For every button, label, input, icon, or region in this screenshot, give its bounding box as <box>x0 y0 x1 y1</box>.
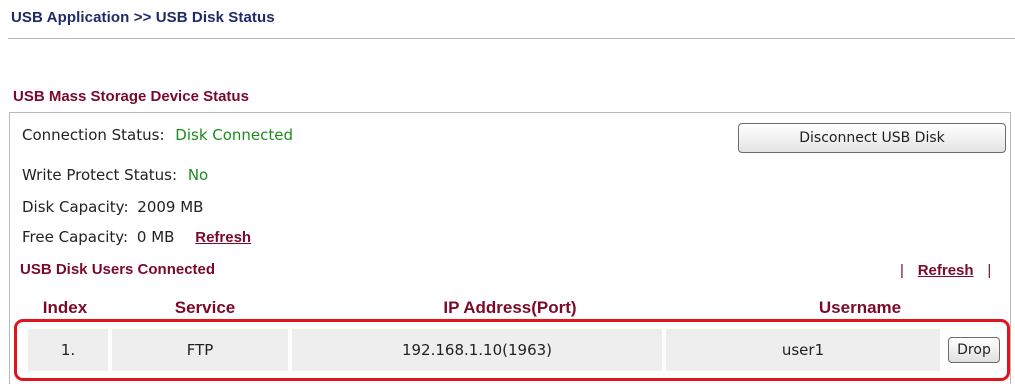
disk-capacity-row: Disk Capacity: 2009 MB <box>22 198 203 216</box>
title-divider <box>8 38 1015 39</box>
connection-status-label: Connection Status: <box>22 126 165 144</box>
cell-ip-address: 192.168.1.10(1963) <box>292 329 662 371</box>
separator: | <box>987 262 992 279</box>
users-connected-title: USB Disk Users Connected <box>20 261 216 278</box>
write-protect-label: Write Protect Status: <box>22 166 178 184</box>
disconnect-usb-disk-button[interactable]: Disconnect USB Disk <box>738 123 1006 153</box>
table-row: 1. FTP 192.168.1.10(1963) user1 <box>0 329 1015 371</box>
cell-index: 1. <box>28 329 108 371</box>
section-title: USB Mass Storage Device Status <box>13 88 249 105</box>
column-header-username: Username <box>818 298 902 317</box>
write-protect-row: Write Protect Status: No <box>22 166 208 184</box>
drop-user-button[interactable]: Drop <box>948 337 1000 363</box>
connection-status-row: Connection Status: Disk Connected <box>22 126 293 144</box>
connection-status-value: Disk Connected <box>175 126 294 144</box>
free-capacity-value: 0 MB <box>136 228 175 246</box>
cell-username: user1 <box>666 329 940 371</box>
disk-capacity-value: 2009 MB <box>137 198 204 216</box>
column-header-index: Index <box>42 298 88 317</box>
column-header-ip-address: IP Address(Port) <box>443 298 577 317</box>
column-header-service: Service <box>174 298 236 317</box>
cell-service: FTP <box>112 329 288 371</box>
users-refresh-group: | Refresh | <box>900 261 1000 279</box>
disk-capacity-label: Disk Capacity: <box>22 198 129 216</box>
page-title: USB Application >> USB Disk Status <box>11 9 275 26</box>
free-capacity-row: Free Capacity: 0 MB Refresh <box>22 228 251 246</box>
refresh-capacity-link[interactable]: Refresh <box>195 229 251 246</box>
free-capacity-label: Free Capacity: <box>22 228 129 246</box>
separator: | <box>900 262 904 279</box>
write-protect-value: No <box>187 166 209 184</box>
refresh-users-link[interactable]: Refresh <box>918 262 974 279</box>
